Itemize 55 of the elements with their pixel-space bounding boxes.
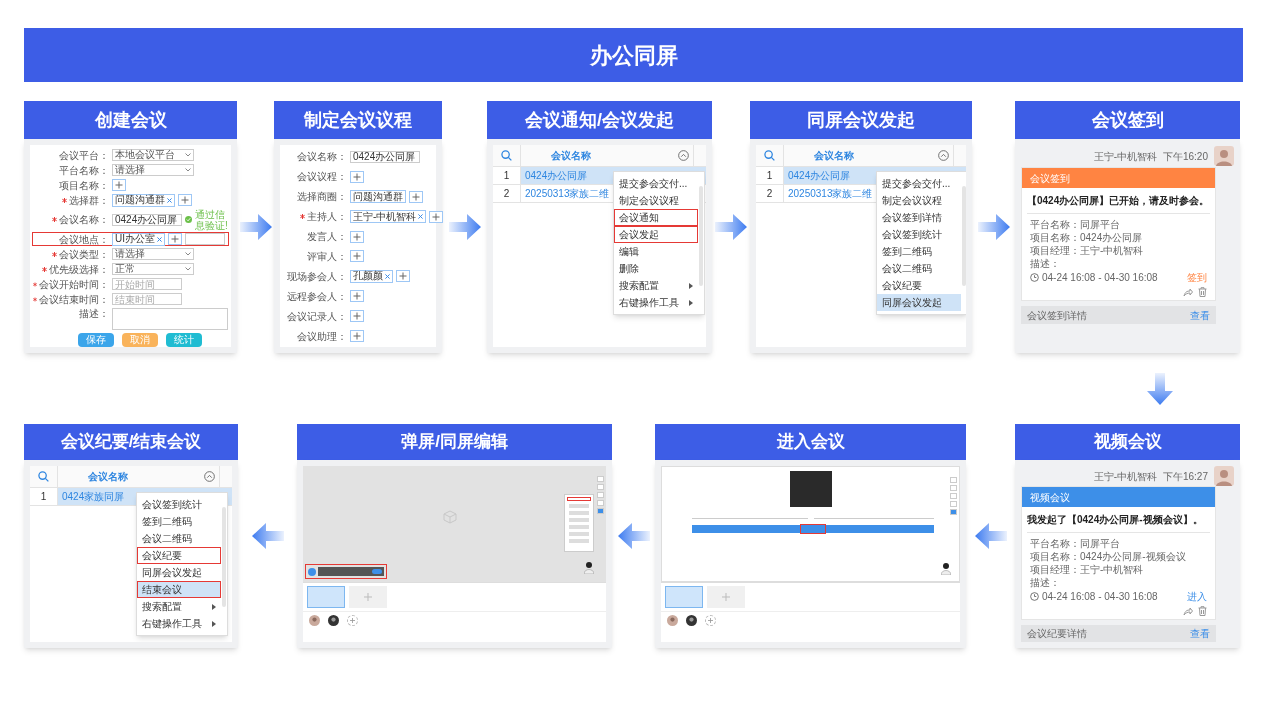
detail-line: 项目经理：王宁-中机智科 [1030,244,1145,257]
field-label: 项目名称： [59,179,109,191]
field-label: 发言人： [307,231,347,243]
field-label: 评审人： [307,251,347,262]
sender-name: 王宁-中机智科 [1093,149,1157,164]
panel-title: 视频会议 [1015,424,1240,460]
field-label: 会议名称： [297,151,347,163]
footer-label: 会议纪要详情 [1027,627,1087,642]
message-text: 我发起了【0424办公同屏-视频会议】。 [1027,507,1210,534]
field-label: 描述： [79,308,109,319]
panel-title: 创建会议 [24,101,237,139]
field-label: 会议开始时间： [39,278,109,290]
column-header: 会议名称 [551,149,591,163]
panel-title: 弹屏/同屏编辑 [297,424,612,460]
column-header: 会议名称 [88,470,128,484]
validation-hint: 通过信息验证! [195,208,228,231]
sender-name: 王宁-中机智科 [1093,469,1157,484]
message-time: 下午16:20 [1162,149,1208,164]
field-label: 会议类型： [59,248,109,260]
field-label: 会议记录人： [287,310,347,322]
column-header: 会议名称 [814,149,854,163]
detail-line: 项目经理：王宁-中机智科 [1030,563,1145,577]
time-range: 04-24 16:08 - 04-30 16:08 [1042,589,1158,604]
detail-line: 描述： [1030,257,1061,270]
field-label: 会议地点： [59,233,109,245]
field-label: 优先级选择： [49,263,109,275]
panel-title: 进入会议 [655,424,966,460]
field-label: 平台名称： [59,164,109,176]
field-label: 主持人： [307,211,347,223]
panel-title: 同屏会议发起 [750,101,972,139]
field-label: 会议结束时间： [39,293,109,305]
panel-title: 制定会议议程 [274,101,442,139]
field-label: 现场参会人： [287,270,347,282]
field-label: 选择群： [69,194,109,206]
field-label: 会议议程： [297,171,347,183]
footer-label: 会议签到详情 [1027,308,1087,323]
detail-line: 项目名称：0424办公同屏-视频会议 [1030,550,1187,564]
field-label: 选择商圈： [297,191,347,203]
panel-title: 会议通知/会议发起 [487,101,712,139]
field-label: 会议名称： [59,214,109,225]
panel-title: 会议签到 [1015,101,1240,139]
field-label: 远程参会人： [287,290,347,302]
page-title: 办公同屏 [589,41,678,70]
detail-line: 平台名称：同屏平台 [1030,218,1121,231]
message-text: 【0424办公同屏】已开始，请及时参会。 [1027,188,1210,214]
detail-line: 平台名称：同屏平台 [1030,537,1121,551]
message-time: 下午16:27 [1162,469,1208,484]
detail-line: 项目名称：0424办公同屏 [1030,231,1144,244]
panel-title: 会议纪要/结束会议 [24,424,238,460]
card-header: 会议签到 [1022,168,1215,188]
field-label: 会议助理： [297,330,347,342]
time-range: 04-24 16:08 - 04-30 16:08 [1042,270,1158,285]
detail-line: 描述： [1030,576,1061,590]
field-label: 会议平台： [59,149,109,161]
card-header: 视频会议 [1022,487,1215,508]
